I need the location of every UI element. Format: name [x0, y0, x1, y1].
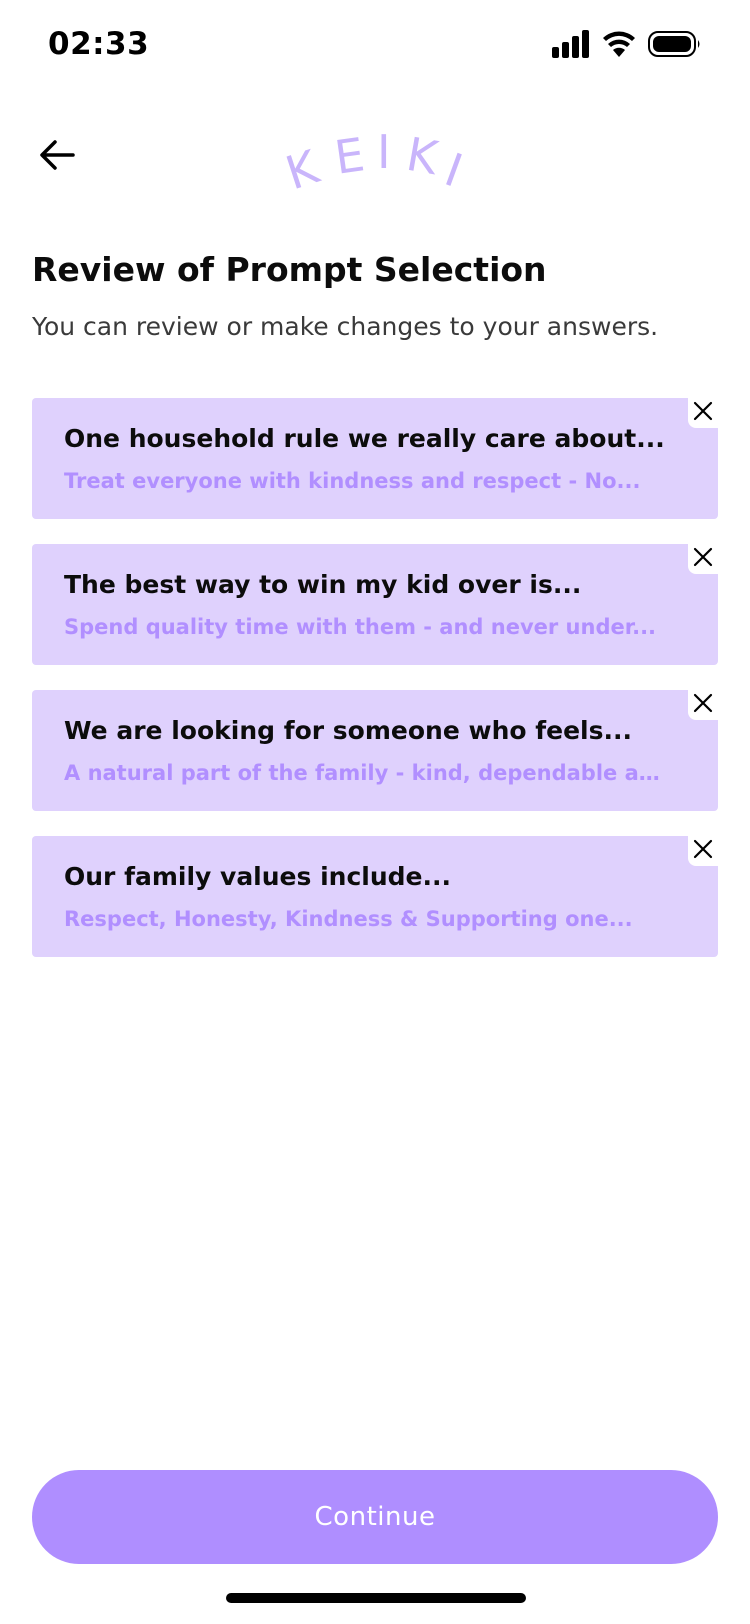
close-icon: [693, 547, 713, 571]
logo-letter: I: [377, 125, 391, 179]
continue-button[interactable]: Continue: [32, 1470, 718, 1564]
battery-icon: [648, 30, 702, 62]
prompt-question: One household rule we really care about.…: [64, 424, 665, 453]
signal-icon: [552, 30, 590, 62]
page-subtitle: You can review or make changes to your a…: [32, 312, 659, 341]
remove-prompt-button[interactable]: [688, 836, 718, 866]
prompt-question: We are looking for someone who feels...: [64, 716, 632, 745]
prompt-answer: Respect, Honesty, Kindness & Supporting …: [64, 907, 633, 931]
arrow-left-icon: [39, 139, 75, 175]
logo-letter: I: [438, 142, 470, 198]
logo-letter: E: [331, 127, 368, 185]
prompt-card[interactable]: The best way to win my kid over is... Sp…: [32, 544, 718, 665]
remove-prompt-button[interactable]: [688, 690, 718, 720]
prompt-answer: A natural part of the family - kind, dep…: [64, 761, 664, 785]
prompt-card[interactable]: We are looking for someone who feels... …: [32, 690, 718, 811]
prompt-answer: Treat everyone with kindness and respect…: [64, 469, 641, 493]
logo-letter: K: [279, 139, 325, 201]
keiki-logo: K E I K I: [279, 125, 485, 205]
prompt-card[interactable]: One household rule we really care about.…: [32, 398, 718, 519]
logo-letter: K: [402, 126, 442, 186]
remove-prompt-button[interactable]: [688, 398, 718, 428]
close-icon: [693, 839, 713, 863]
close-icon: [693, 693, 713, 717]
prompt-list: One household rule we really care about.…: [32, 398, 718, 982]
prompt-card[interactable]: Our family values include... Respect, Ho…: [32, 836, 718, 957]
status-icons: [552, 30, 702, 62]
prompt-question: The best way to win my kid over is...: [64, 570, 582, 599]
status-time: 02:33: [48, 26, 150, 62]
prompt-answer: Spend quality time with them - and never…: [64, 615, 657, 639]
back-button[interactable]: [32, 132, 82, 182]
home-indicator: [226, 1593, 526, 1603]
wifi-icon: [602, 30, 636, 62]
prompt-question: Our family values include...: [64, 862, 451, 891]
page-title: Review of Prompt Selection: [32, 250, 547, 289]
remove-prompt-button[interactable]: [688, 544, 718, 574]
close-icon: [693, 401, 713, 425]
